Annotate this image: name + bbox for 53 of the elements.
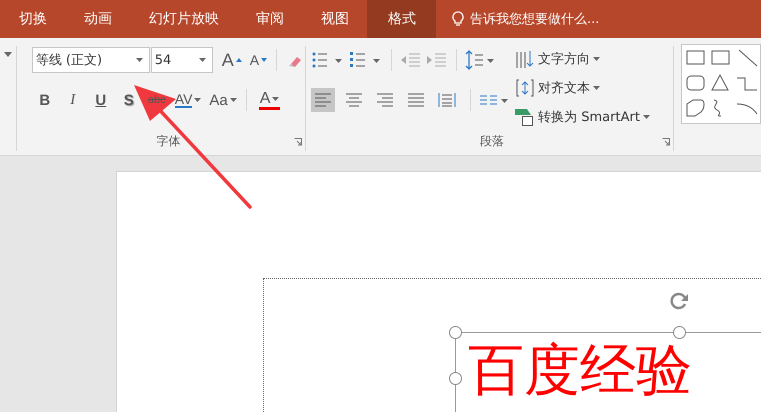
ribbon-tab[interactable]: 视图	[302, 0, 367, 38]
alignment-icon	[438, 93, 456, 107]
dialog-launcher-icon[interactable]	[662, 138, 670, 146]
paragraph-command-button[interactable]: 对齐文本	[515, 75, 650, 101]
font-color-button[interactable]: A	[258, 90, 280, 110]
resize-handle[interactable]	[449, 372, 462, 385]
text-direction-icon	[515, 49, 536, 69]
columns-icon[interactable]	[479, 93, 510, 107]
dialog-launcher-icon[interactable]	[294, 138, 302, 146]
shapes-gallery[interactable]	[681, 44, 761, 124]
rotate-handle-icon[interactable]	[668, 290, 690, 312]
change-case-button[interactable]: Aa	[206, 89, 240, 111]
lightbulb-icon	[452, 11, 464, 27]
font-name-field[interactable]: 等线 (正文)	[32, 47, 150, 73]
alignment-button[interactable]	[311, 88, 336, 112]
up-triangle-icon	[236, 58, 242, 62]
caret-icon	[272, 96, 280, 100]
ribbon-tab[interactable]: 格式	[367, 0, 436, 38]
alignment-icon	[314, 93, 332, 107]
caret-icon	[230, 98, 237, 102]
caret-icon	[194, 98, 202, 102]
down-triangle-icon	[261, 58, 268, 62]
alignment-icon	[345, 93, 364, 107]
format-button[interactable]: B	[32, 89, 58, 111]
title-text: 百度经验	[468, 338, 692, 403]
shrink-font-button[interactable]: A	[246, 49, 270, 71]
paragraph-command-button[interactable]: 文字方向	[515, 46, 650, 72]
alignment-icon	[376, 93, 394, 107]
caret-icon	[593, 57, 600, 61]
caret-icon	[642, 115, 650, 119]
caret-icon	[136, 58, 143, 62]
grow-font-button[interactable]: A	[218, 49, 245, 71]
format-button[interactable]: U	[88, 89, 114, 111]
paragraph-command-button[interactable]: 转换为 SmartArt	[515, 104, 650, 130]
caret-icon	[198, 58, 206, 62]
resize-handle[interactable]	[449, 326, 462, 339]
line-spacing-icon[interactable]	[465, 49, 496, 71]
align-text-icon	[515, 78, 536, 98]
smartart-icon	[515, 107, 536, 127]
font-size-field[interactable]: 54	[150, 47, 213, 73]
caret-icon[interactable]	[4, 52, 12, 57]
ribbon-tab[interactable]: 动画	[65, 0, 130, 38]
ribbon-tab[interactable]: 审阅	[237, 0, 302, 38]
resize-handle[interactable]	[673, 326, 686, 339]
ribbon-tab[interactable]: 切换	[0, 0, 65, 38]
caret-icon	[593, 86, 600, 90]
ribbon-tab[interactable]: 幻灯片放映	[130, 0, 237, 38]
format-button[interactable]: S	[116, 89, 142, 111]
alignment-icon	[407, 93, 426, 107]
group-label: 段落	[480, 134, 504, 148]
tell-me-field[interactable]: 告诉我您想要做什么...	[436, 0, 600, 38]
group-label: 字体	[156, 134, 180, 148]
format-button[interactable]: I	[60, 89, 86, 111]
